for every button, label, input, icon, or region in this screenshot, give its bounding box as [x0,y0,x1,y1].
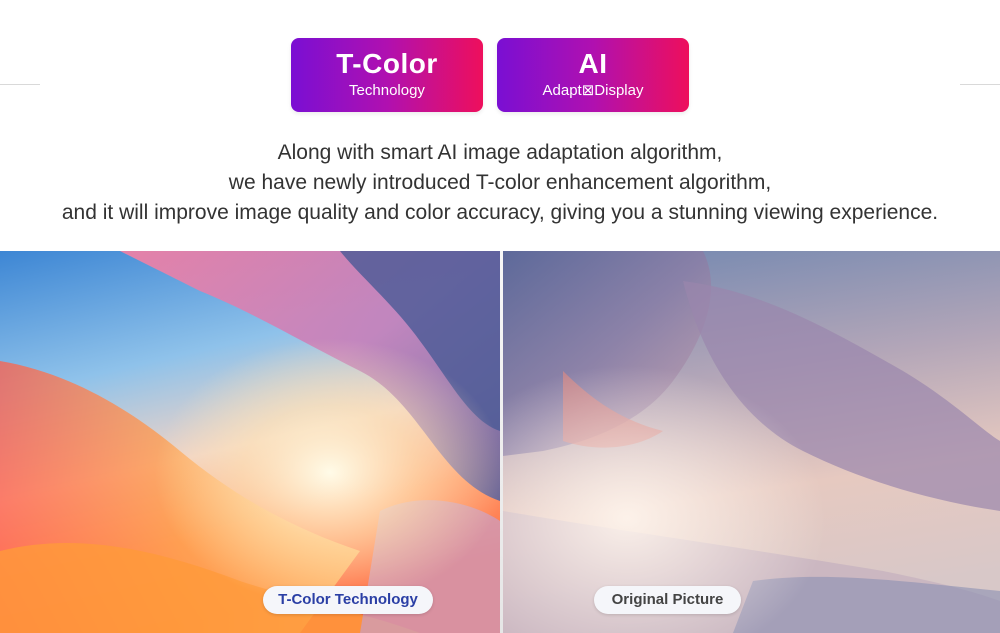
t-color-sky-image [0,251,500,633]
badge-subtitle: Technology [349,82,425,99]
description-line: Along with smart AI image adaptation alg… [277,141,723,164]
original-sky-image [503,251,1000,633]
description-line: and it will improve image quality and co… [61,201,939,224]
badge-title: AI [578,48,608,79]
ai-adapt-display-badge: AI Adapt⊠Display [497,38,689,112]
right-divider-line [960,84,1000,85]
t-color-technology-badge: T-Color Technology [291,38,483,112]
badge-title: T-Color [336,48,438,79]
t-color-technology-label: T-Color Technology [263,586,433,614]
badge-subtitle: Adapt⊠Display [542,82,644,99]
description-line: we have newly introduced T-color enhance… [228,171,772,194]
image-comparison: T-Color Technology Original Picture [0,251,1000,633]
feature-description: Along with smart AI image adaptation alg… [0,138,1000,228]
left-divider-line [0,84,40,85]
original-picture-label: Original Picture [594,586,741,614]
